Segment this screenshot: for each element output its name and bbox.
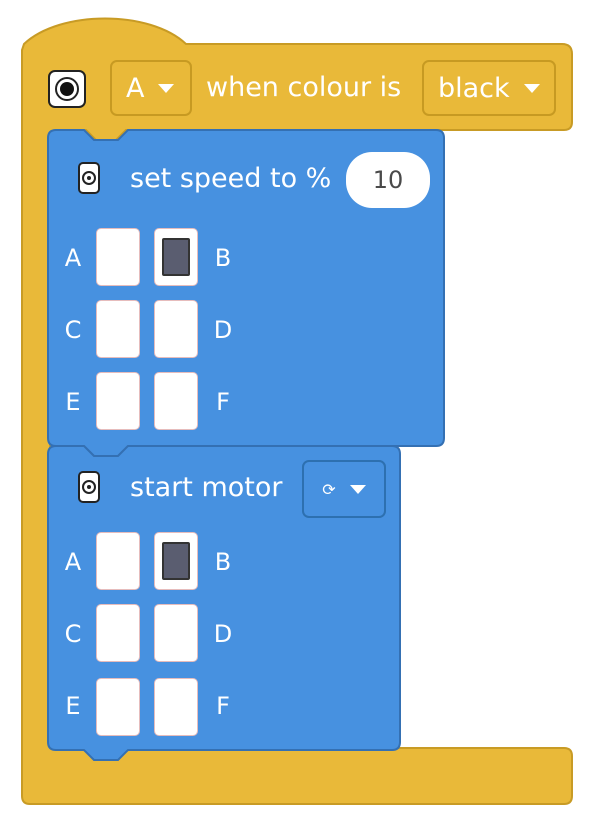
port-label-c: C bbox=[64, 620, 82, 648]
port-a-toggle[interactable] bbox=[96, 532, 140, 590]
start-motor-label: start motor bbox=[130, 472, 283, 503]
port-label-d: D bbox=[213, 620, 233, 648]
port-label-f: F bbox=[216, 692, 230, 720]
port-selected-indicator bbox=[162, 542, 190, 580]
port-c-toggle[interactable] bbox=[96, 604, 140, 662]
direction-dropdown[interactable]: ⟳ bbox=[302, 460, 386, 518]
port-e-toggle[interactable] bbox=[96, 678, 140, 736]
port-label-a: A bbox=[64, 548, 82, 576]
port-d-toggle[interactable] bbox=[154, 604, 198, 662]
port-label-e: E bbox=[65, 692, 81, 720]
clockwise-arrow-icon: ⟳ bbox=[322, 479, 336, 499]
port-b-toggle[interactable] bbox=[154, 532, 198, 590]
chevron-down-icon bbox=[349, 484, 366, 494]
motor-hub-icon bbox=[78, 471, 100, 503]
start-motor-block-shape bbox=[47, 445, 401, 761]
port-f-toggle[interactable] bbox=[154, 678, 198, 736]
port-label-b: B bbox=[214, 548, 232, 576]
